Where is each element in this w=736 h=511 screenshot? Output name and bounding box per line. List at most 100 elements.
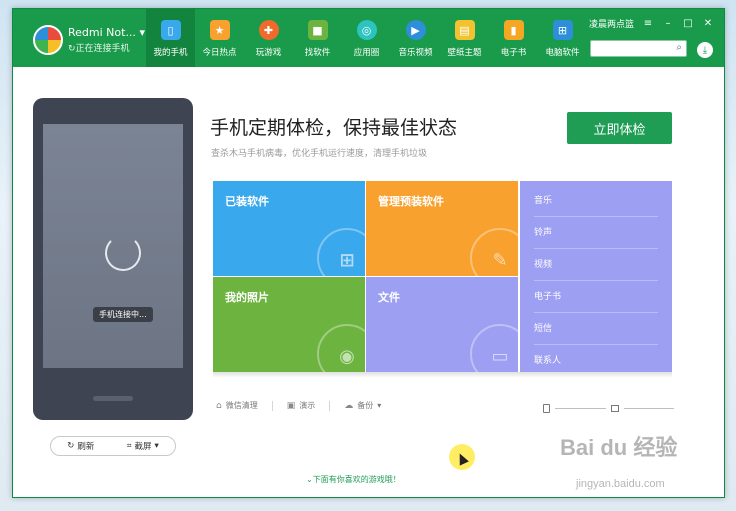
page-title: 手机定期体检，保持最佳状态 — [210, 117, 458, 139]
bottom-toolbar: ⌂ 微信清理 ▣ 演示 ☁ 备份 ▾ — [216, 400, 381, 411]
transfer-indicator — [543, 403, 679, 413]
phone-small-icon — [543, 403, 550, 413]
device-selector[interactable]: Redmi Not... ▾ — [68, 26, 145, 39]
play-icon: ▶ — [405, 20, 426, 40]
app-logo — [33, 25, 63, 55]
tile-label: 已装软件 — [225, 195, 269, 208]
caret-down-icon: ▾ — [377, 401, 382, 410]
backup-button[interactable]: ☁ 备份 ▾ — [344, 400, 381, 411]
maximize-icon[interactable]: □ — [682, 18, 694, 30]
cloud-icon: ☁ — [344, 400, 354, 411]
games-link[interactable]: ⌄下面有你喜欢的游戏哦！ — [306, 474, 401, 485]
crop-icon: ⌗ — [126, 441, 132, 451]
demo-label: 演示 — [299, 401, 316, 410]
game-icon: ✚ — [258, 20, 279, 40]
wallpaper-icon: ▤ — [454, 20, 475, 40]
nav-label: 找软件 — [304, 48, 331, 58]
tiles-shadow — [213, 372, 672, 378]
tile-label: 文件 — [378, 291, 400, 304]
nav-label: 电子书 — [500, 48, 527, 58]
search-box: ⌕ — [590, 40, 687, 62]
wrench-icon: ✎ — [492, 249, 508, 271]
nav-label: 壁纸主题 — [447, 48, 482, 58]
hot-icon: ★ — [209, 20, 230, 40]
nav-app-circle[interactable]: ◎ 应用圈 — [342, 9, 391, 67]
nav-pc-software[interactable]: ⊞ 电脑软件 — [538, 9, 587, 67]
device-status: ↻正在连接手机 — [68, 41, 130, 54]
wechat-clean-label: 微信清理 — [225, 401, 258, 410]
list-item-video[interactable]: 视频 — [534, 249, 658, 281]
apps-grid-icon: ⊞ — [339, 249, 355, 271]
nav-label: 应用圈 — [353, 48, 380, 58]
page-subtitle: 查杀木马手机病毒，优化手机运行速度，清理手机垃圾 — [211, 149, 428, 159]
nav-ebook[interactable]: ▮ 电子书 — [489, 9, 538, 67]
demo-button[interactable]: ▣ 演示 — [287, 400, 316, 411]
close-icon[interactable]: ✕ — [702, 18, 714, 30]
nav-wallpaper[interactable]: ▤ 壁纸主题 — [440, 9, 489, 67]
list-item-sms[interactable]: 短信 — [534, 313, 658, 345]
minimize-icon[interactable]: – — [662, 18, 674, 30]
caret-down-icon: ▾ — [154, 441, 159, 451]
circle-icon: ◎ — [356, 20, 377, 40]
connecting-label: 手机连接中... — [93, 307, 153, 322]
refresh-icon: ↻ — [67, 441, 75, 451]
nav-label: 音乐视频 — [398, 48, 433, 58]
tile-installed-apps[interactable]: 已装软件 ⊞ — [213, 181, 365, 276]
window-controls: 凌晨两点篮 ≡ – □ ✕ — [589, 17, 714, 30]
search-icon[interactable]: ⌕ — [676, 42, 682, 53]
refresh-label: 刷新 — [77, 442, 95, 452]
refresh-icon: ↻ — [68, 44, 76, 54]
list-item-ringtone[interactable]: 铃声 — [534, 217, 658, 249]
watermark-site: jingyan.baidu.com — [576, 478, 665, 490]
search-input[interactable] — [591, 46, 669, 62]
main-nav: ▯ 我的手机 ★ 今日热点 ✚ 玩游戏 ■ 找软件 ◎ 应用圈 ▶ 音乐视频 ▤… — [146, 9, 587, 67]
phone-preview: 手机连接中... — [33, 98, 193, 420]
tile-files[interactable]: 文件 ▭ — [366, 277, 518, 372]
caret-down-icon: ▾ — [139, 26, 145, 39]
transfer-line — [623, 407, 674, 409]
screen-icon: ▣ — [286, 400, 296, 411]
divider — [271, 400, 273, 411]
list-item-music[interactable]: 音乐 — [534, 185, 658, 217]
backup-label: 备份 — [357, 401, 374, 410]
divider — [329, 400, 331, 411]
folder-icon: ▭ — [491, 345, 509, 367]
user-login[interactable]: 凌晨两点篮 — [589, 17, 634, 30]
device-status-text: 正在连接手机 — [75, 44, 130, 54]
home-button — [93, 396, 133, 401]
home-icon: ⌂ — [216, 400, 222, 411]
refresh-button[interactable]: ↻ 刷新 — [67, 440, 94, 452]
tile-preinstalled[interactable]: 管理预装软件 ✎ — [366, 181, 518, 276]
tile-label: 管理预装软件 — [378, 195, 444, 208]
download-button[interactable]: ⤓ — [697, 42, 713, 58]
nav-hot-today[interactable]: ★ 今日热点 — [195, 9, 244, 67]
screenshot-button[interactable]: ⌗ 截屏 ▾ — [127, 440, 159, 452]
tile-label: 我的照片 — [225, 291, 269, 304]
nav-games[interactable]: ✚ 玩游戏 — [244, 9, 293, 67]
windows-icon: ⊞ — [552, 20, 573, 40]
menu-icon[interactable]: ≡ — [642, 18, 654, 30]
book-icon: ▮ — [503, 20, 524, 40]
nav-label: 今日热点 — [202, 48, 237, 58]
wechat-clean-button[interactable]: ⌂ 微信清理 — [216, 400, 258, 411]
watermark-logo: Bai du 经验 — [560, 435, 678, 460]
nav-software[interactable]: ■ 找软件 — [293, 9, 342, 67]
nav-my-phone[interactable]: ▯ 我的手机 — [146, 9, 195, 67]
phone-screen: 手机连接中... — [43, 124, 183, 368]
phone-actions: ↻ 刷新 ⌗ 截屏 ▾ — [50, 436, 176, 456]
chevron-down-icon: ⌄ — [306, 475, 313, 484]
transfer-line — [555, 407, 606, 409]
tile-photos[interactable]: 我的照片 ◉ — [213, 277, 365, 372]
nav-label: 玩游戏 — [255, 48, 282, 58]
loading-spinner-icon — [105, 235, 141, 271]
nav-music-video[interactable]: ▶ 音乐视频 — [391, 9, 440, 67]
nav-label: 电脑软件 — [545, 48, 580, 58]
title-bar: Redmi Not... ▾ ↻正在连接手机 ▯ 我的手机 ★ 今日热点 ✚ 玩… — [13, 9, 724, 67]
screenshot-label: 截屏 — [134, 442, 152, 452]
software-icon: ■ — [307, 20, 328, 40]
check-now-button[interactable]: 立即体检 — [567, 112, 672, 144]
media-list: 音乐 铃声 视频 电子书 短信 联系人 — [520, 181, 672, 372]
computer-small-icon — [610, 404, 619, 412]
list-item-ebook[interactable]: 电子书 — [534, 281, 658, 313]
games-link-label: 下面有你喜欢的游戏哦！ — [312, 475, 401, 484]
